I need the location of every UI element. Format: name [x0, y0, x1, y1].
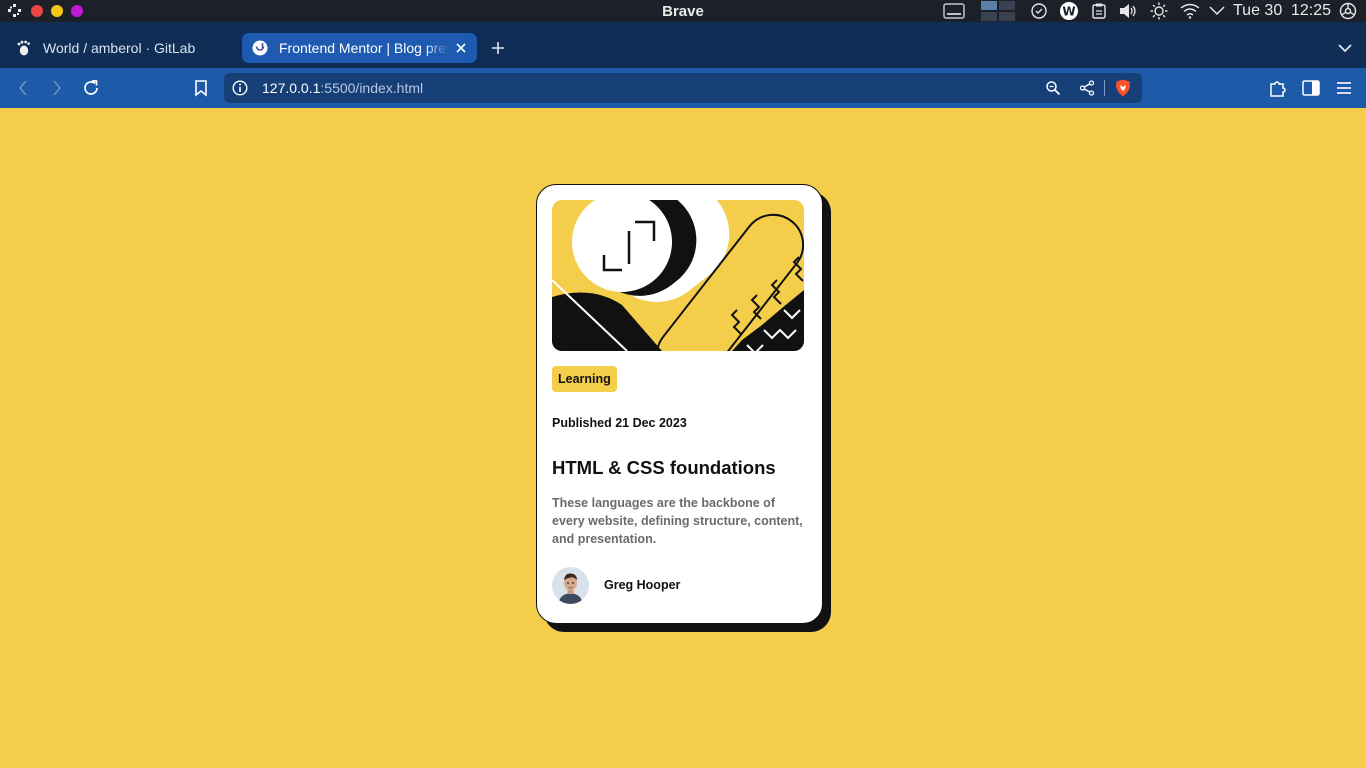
- close-window-dot[interactable]: [31, 5, 43, 17]
- hamburger-menu-icon[interactable]: [1333, 77, 1355, 99]
- sidebar-toggle-icon[interactable]: [1300, 77, 1322, 99]
- card-title[interactable]: HTML & CSS foundations: [552, 457, 776, 479]
- os-date[interactable]: Tue 30: [1233, 2, 1282, 20]
- share-icon[interactable]: [1078, 79, 1096, 97]
- wifi-icon[interactable]: [1179, 2, 1201, 20]
- card-illustration: [552, 200, 804, 351]
- forward-arrow-icon[interactable]: [46, 77, 68, 99]
- maximize-window-dot[interactable]: [71, 5, 83, 17]
- keyboard-icon[interactable]: [943, 2, 965, 20]
- extensions-icon[interactable]: [1267, 77, 1289, 99]
- svg-text:W: W: [1062, 5, 1075, 19]
- url-text[interactable]: 127.0.0.1:5500/index.html: [262, 80, 423, 96]
- tab-gitlab[interactable]: World / amberol · GitLab: [8, 33, 236, 63]
- minimize-window-dot[interactable]: [51, 5, 63, 17]
- address-bar[interactable]: 127.0.0.1:5500/index.html: [224, 73, 1142, 103]
- browser-tab-strip: World / amberol · GitLab Frontend Mentor…: [0, 22, 1366, 68]
- os-clock[interactable]: 12:25: [1291, 2, 1331, 20]
- clipboard-icon[interactable]: [1090, 2, 1108, 20]
- site-info-icon[interactable]: [231, 79, 249, 97]
- category-tag: Learning: [552, 366, 617, 392]
- reload-icon[interactable]: [80, 77, 102, 99]
- settings-gear-icon[interactable]: [1338, 2, 1358, 20]
- browser-toolbar: 127.0.0.1:5500/index.html: [0, 68, 1366, 108]
- author-name: Greg Hooper: [604, 578, 681, 592]
- brightness-icon[interactable]: [1149, 2, 1169, 20]
- published-date: Published 21 Dec 2023: [552, 416, 687, 430]
- frontend-mentor-icon: [252, 40, 268, 56]
- workspace-switcher-icon[interactable]: [980, 1, 1016, 21]
- card-description: These languages are the backbone of ever…: [552, 496, 803, 546]
- os-top-bar: Brave W Tue 30 12:25: [0, 0, 1366, 22]
- volume-icon[interactable]: [1118, 2, 1138, 20]
- author-avatar: [552, 567, 589, 604]
- bookmark-icon[interactable]: [190, 77, 212, 99]
- check-circle-icon[interactable]: [1030, 2, 1048, 20]
- url-host: 127.0.0.1: [262, 80, 321, 96]
- url-path: :5500/index.html: [320, 80, 424, 96]
- new-tab-plus-icon[interactable]: [488, 38, 508, 58]
- close-tab-icon[interactable]: [453, 40, 469, 56]
- tab-frontend-mentor[interactable]: Frontend Mentor | Blog preview card: [242, 33, 477, 63]
- url-divider: [1104, 80, 1105, 96]
- tab-label: World / amberol · GitLab: [43, 40, 196, 56]
- brave-shields-icon[interactable]: [1114, 79, 1132, 97]
- tab-list-chevron-icon[interactable]: [1335, 38, 1355, 58]
- gnome-foot-icon: [16, 40, 32, 56]
- w-badge-icon[interactable]: W: [1059, 2, 1079, 20]
- chevron-down-icon[interactable]: [1208, 2, 1226, 20]
- tab-label: Frontend Mentor | Blog preview card: [279, 40, 449, 56]
- blog-preview-card: Learning Published 21 Dec 2023 HTML & CS…: [536, 184, 823, 624]
- app-launcher-icon[interactable]: [6, 3, 24, 19]
- back-arrow-icon[interactable]: [12, 77, 34, 99]
- zoom-magnifier-icon[interactable]: [1044, 79, 1062, 97]
